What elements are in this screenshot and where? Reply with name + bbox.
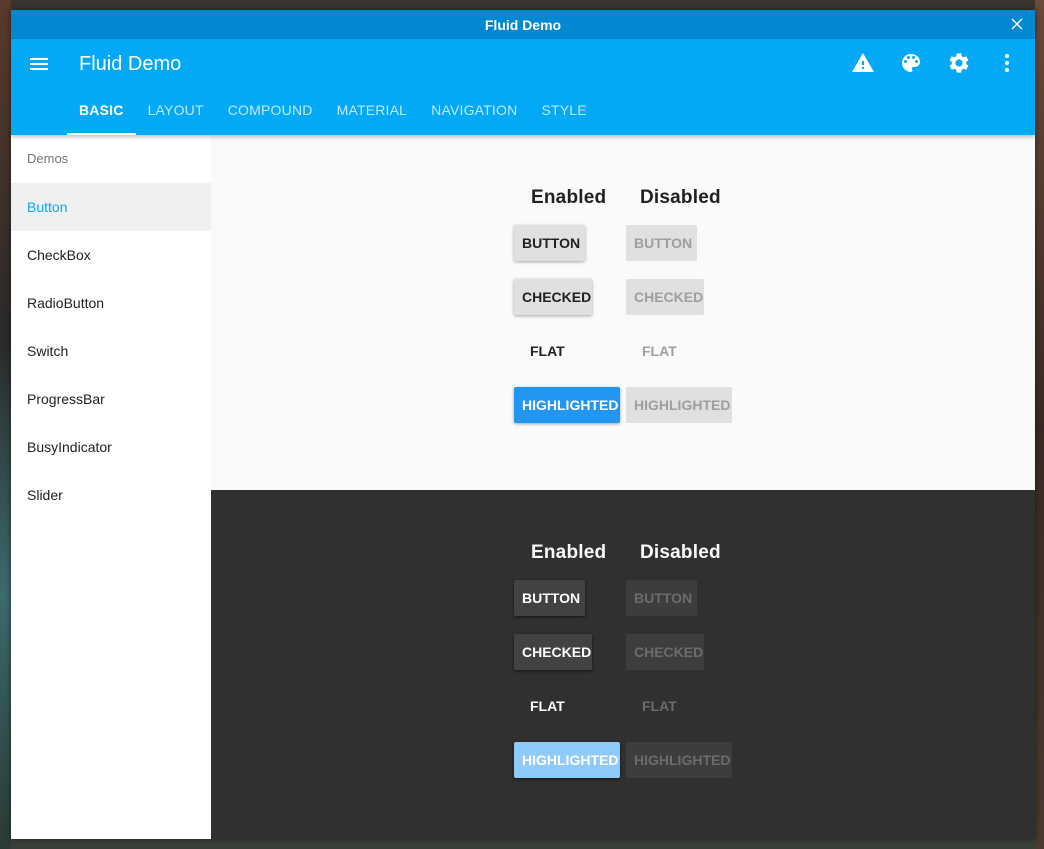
- checked-button-disabled: CHECKED: [626, 634, 704, 670]
- sidebar-item-radiobutton[interactable]: RadioButton: [11, 279, 211, 327]
- desktop-background-left: [0, 0, 11, 849]
- more-vert-icon[interactable]: [995, 51, 1019, 75]
- flat-button-enabled[interactable]: FLAT: [522, 333, 570, 369]
- tab-bar: BASIC LAYOUT COMPOUND MATERIAL NAVIGATIO…: [67, 95, 599, 135]
- tab-style[interactable]: STYLE: [529, 95, 598, 135]
- highlighted-button-enabled[interactable]: HIGHLIGHTED: [514, 387, 620, 423]
- button-enabled[interactable]: BUTTON: [514, 225, 585, 261]
- sidebar-item-busyindicator[interactable]: BusyIndicator: [11, 423, 211, 471]
- tab-basic[interactable]: BASIC: [67, 95, 136, 135]
- light-theme-panel: Enabled Disabled BUTTON BUTTON CHECKED C…: [211, 135, 1035, 490]
- app-window: Fluid Demo Fluid Demo BASIC LAYOUT COMPO…: [11, 10, 1035, 839]
- flat-button-disabled: FLAT: [642, 343, 677, 359]
- sidebar-item-slider[interactable]: Slider: [11, 471, 211, 519]
- button-disabled: BUTTON: [626, 225, 697, 261]
- settings-icon[interactable]: [947, 51, 971, 75]
- dark-theme-panel: Enabled Disabled BUTTON BUTTON CHECKED C…: [211, 490, 1035, 839]
- desktop-background-right: [1035, 0, 1044, 849]
- enabled-header: Enabled: [531, 187, 607, 208]
- window-title: Fluid Demo: [484, 16, 562, 33]
- warning-icon[interactable]: [851, 51, 875, 75]
- sidebar-item-progressbar[interactable]: ProgressBar: [11, 375, 211, 423]
- disabled-header: Disabled: [640, 187, 721, 208]
- sidebar-item-button[interactable]: Button: [11, 183, 211, 231]
- checked-button-enabled[interactable]: CHECKED: [514, 279, 592, 315]
- highlighted-button-disabled: HIGHLIGHTED: [626, 387, 732, 423]
- checked-button-enabled[interactable]: CHECKED: [514, 634, 592, 670]
- button-enabled[interactable]: BUTTON: [514, 580, 585, 616]
- sidebar-section-header: Demos: [27, 151, 69, 166]
- app-title: Fluid Demo: [79, 53, 182, 75]
- checked-button-disabled: CHECKED: [626, 279, 704, 315]
- app-bar: Fluid Demo BASIC LAYOUT COMPOUND MATERIA…: [11, 39, 1035, 135]
- sidebar: Demos Button CheckBox RadioButton Switch…: [11, 135, 211, 839]
- tab-navigation[interactable]: NAVIGATION: [419, 95, 529, 135]
- close-icon[interactable]: [1009, 16, 1025, 32]
- enabled-header: Enabled: [531, 542, 607, 563]
- highlighted-button-enabled[interactable]: HIGHLIGHTED: [514, 742, 620, 778]
- tab-compound[interactable]: COMPOUND: [216, 95, 325, 135]
- highlighted-button-disabled: HIGHLIGHTED: [626, 742, 732, 778]
- flat-button-disabled: FLAT: [642, 698, 677, 714]
- menu-icon[interactable]: [27, 52, 51, 76]
- tab-material[interactable]: MATERIAL: [325, 95, 420, 135]
- window-titlebar: Fluid Demo: [11, 10, 1035, 39]
- sidebar-item-switch[interactable]: Switch: [11, 327, 211, 375]
- palette-icon[interactable]: [899, 51, 923, 75]
- button-disabled: BUTTON: [626, 580, 697, 616]
- app-bar-actions: [851, 51, 1019, 75]
- tab-layout[interactable]: LAYOUT: [136, 95, 216, 135]
- disabled-header: Disabled: [640, 542, 721, 563]
- sidebar-item-checkbox[interactable]: CheckBox: [11, 231, 211, 279]
- flat-button-enabled[interactable]: FLAT: [522, 688, 570, 724]
